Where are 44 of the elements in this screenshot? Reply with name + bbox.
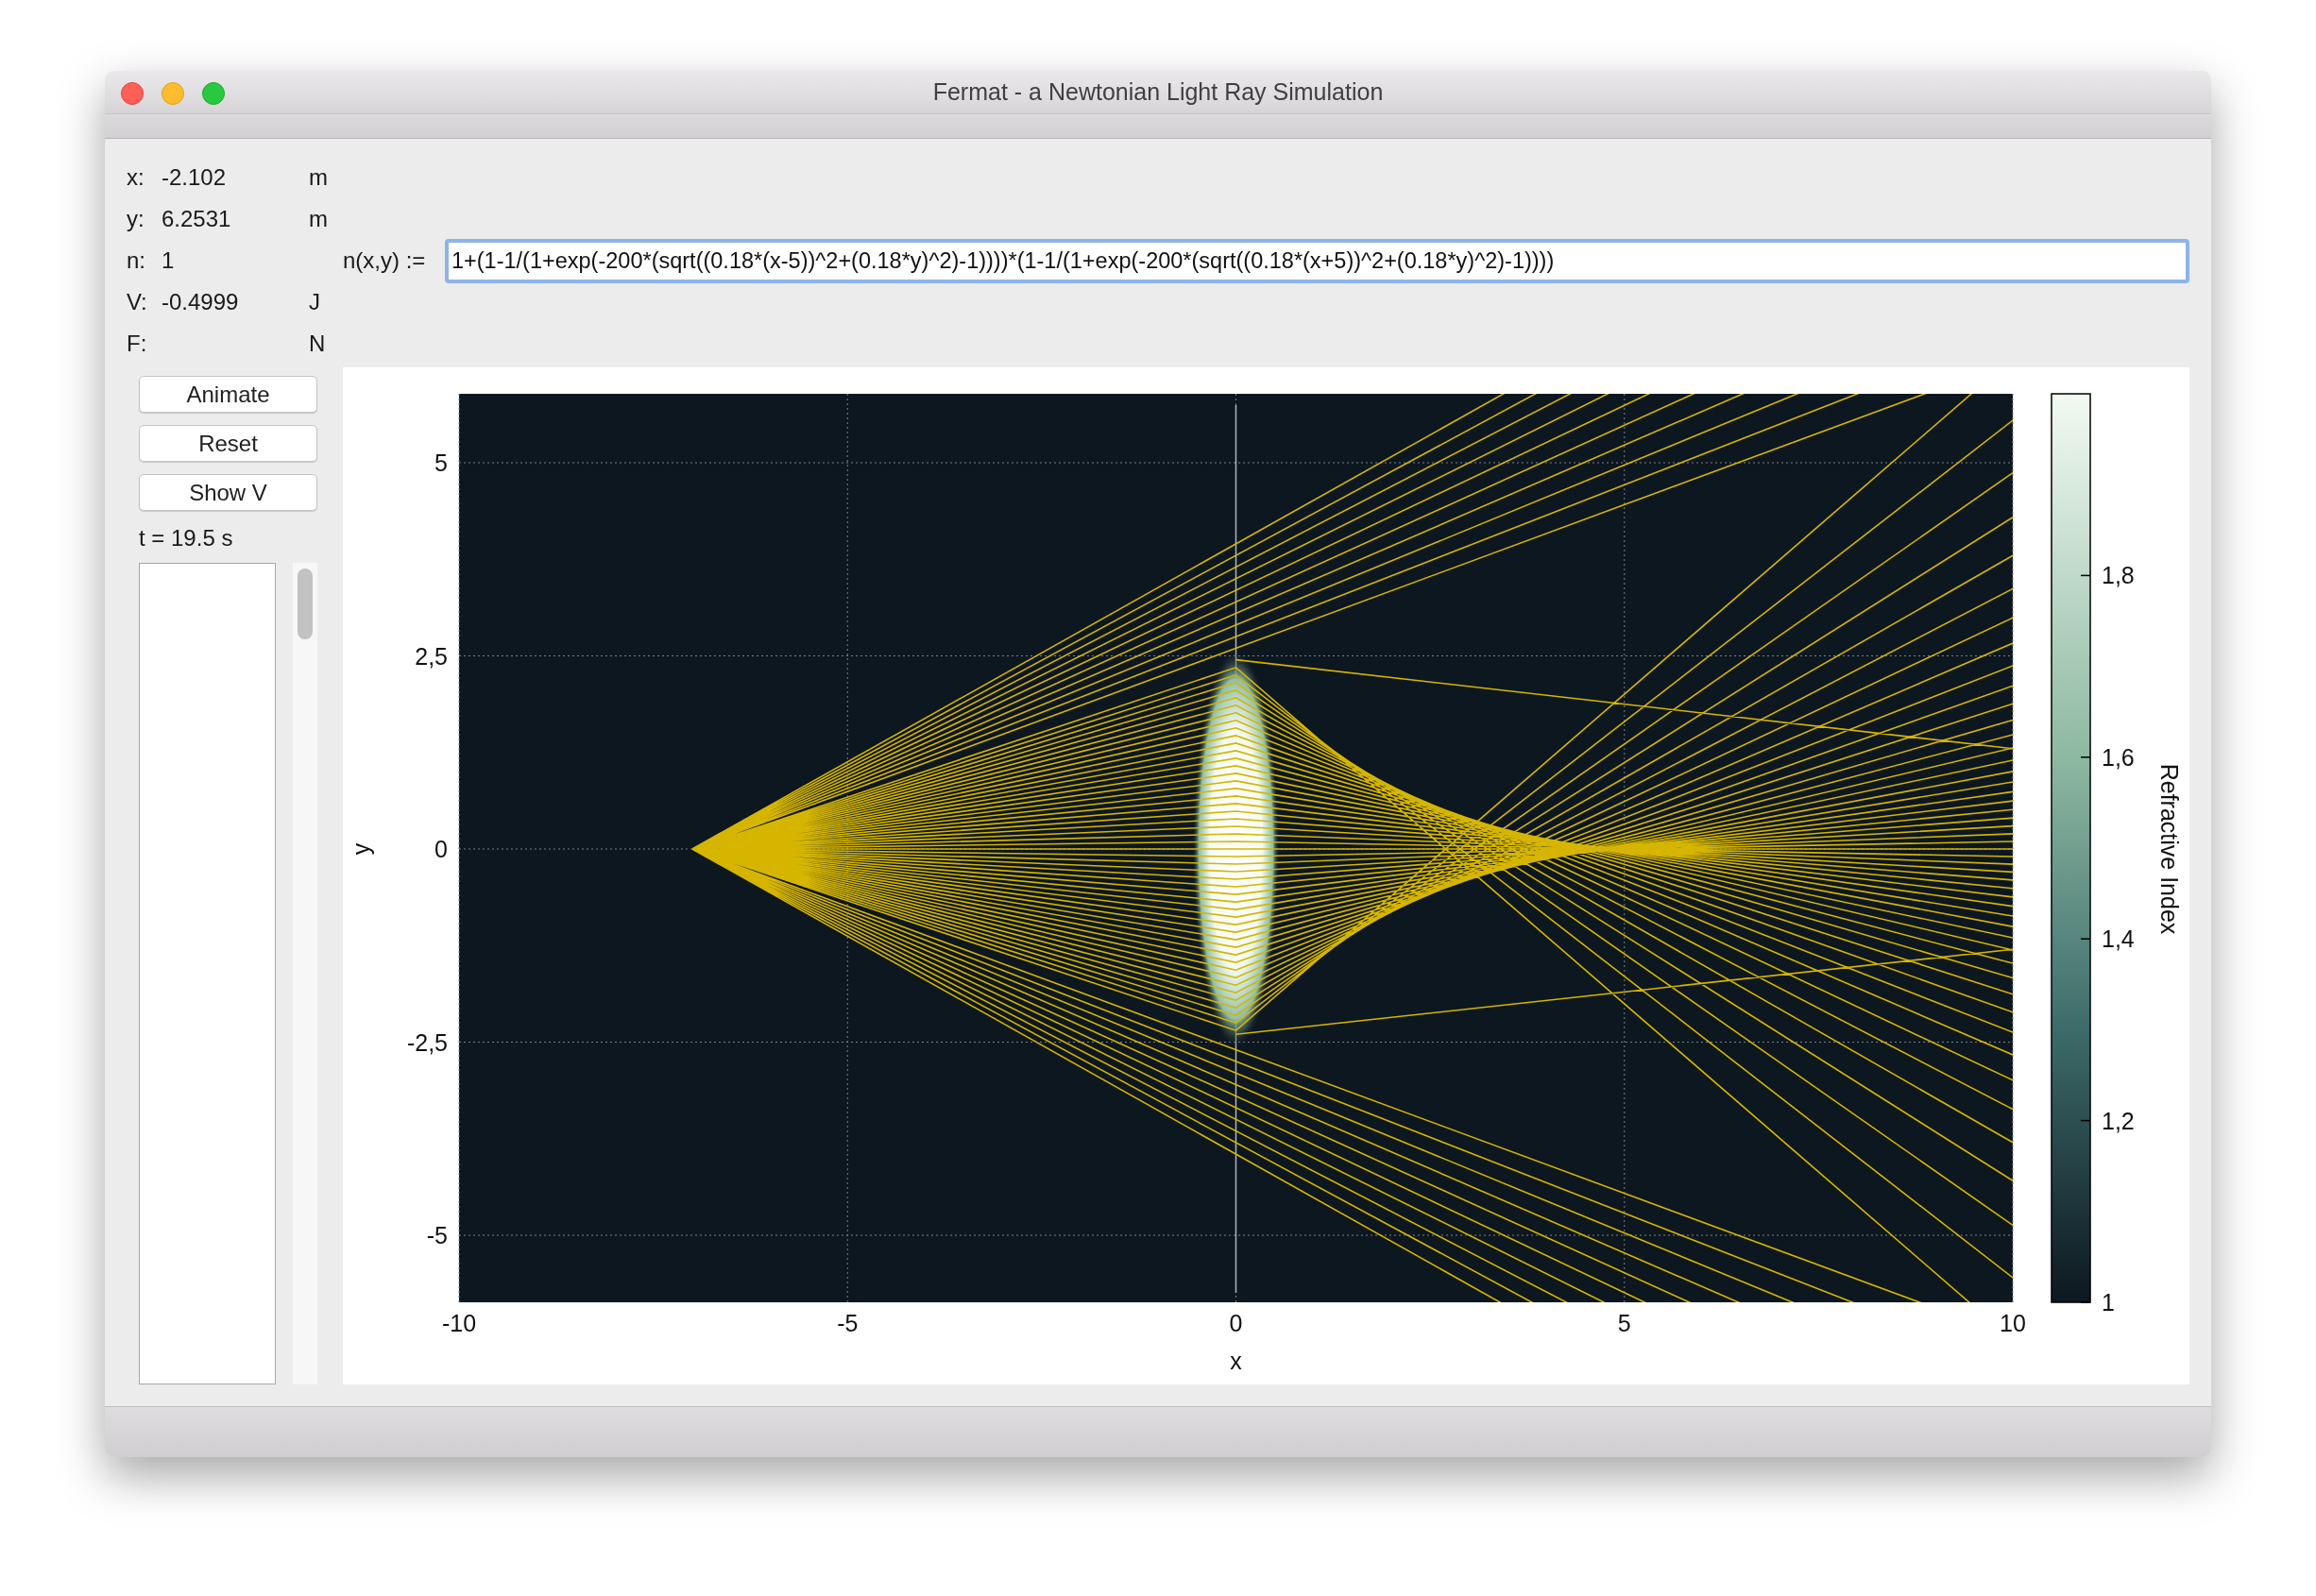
- zoom-button[interactable]: [202, 82, 225, 105]
- readout-unit: J: [309, 289, 320, 314]
- readout-label: V:: [127, 289, 148, 315]
- y-tick-label: -2,5: [406, 1028, 448, 1056]
- readout-label: F:: [127, 331, 148, 357]
- list-box[interactable]: [139, 563, 276, 1384]
- action-button[interactable]: Animate: [139, 376, 317, 413]
- x-tick-label: -5: [837, 1310, 859, 1336]
- readout-unit: m: [309, 206, 328, 231]
- y-tick-label: 5: [434, 450, 448, 476]
- colorbar-tick-label: 1,6: [2102, 743, 2135, 771]
- y-axis-label: y: [348, 842, 374, 856]
- readout-unit: N: [309, 331, 326, 356]
- x-tick-label: -10: [441, 1310, 477, 1336]
- window-title: Fermat - a Newtonian Light Ray Simulation: [932, 78, 1384, 106]
- action-button[interactable]: Reset: [139, 425, 317, 462]
- scrollbar-thumb[interactable]: [298, 569, 313, 639]
- y-tick-label: 2,5: [415, 642, 448, 670]
- minimize-button[interactable]: [162, 82, 184, 105]
- x-tick-label: 5: [1617, 1310, 1631, 1336]
- readout-unit: m: [309, 164, 328, 190]
- x-tick-label: 10: [2000, 1310, 2026, 1336]
- colorbar-tick-label: 1: [2102, 1289, 2115, 1316]
- readout-label: x:: [127, 164, 145, 191]
- x-tick-label: 0: [1229, 1310, 1243, 1336]
- readout-value: 1: [162, 247, 175, 273]
- colorbar-tick-label: 1,8: [2102, 562, 2135, 589]
- time-readout: t = 19.5 s: [139, 525, 234, 552]
- formula-field[interactable]: 1+(1-1/(1+exp(-200*(sqrt((0.18*(x-5))^2+(0.18*y)^2)-1))))*(1-1/(1+exp(-200*(sqrt((0.18*(x+5))^2+(0.18*y)^2)-1)))): [445, 238, 2189, 283]
- readout-value: 6.2531: [162, 206, 231, 231]
- close-button[interactable]: [121, 82, 144, 105]
- scrollbar[interactable]: [293, 563, 317, 1384]
- y-tick-label: 0: [434, 836, 448, 862]
- readout-value: -2.102: [162, 164, 227, 190]
- colorbar-tick-label: 1,2: [2102, 1107, 2135, 1134]
- y-tick-label: -5: [426, 1222, 448, 1248]
- formula-label: n(x,y) :=: [343, 247, 427, 274]
- readout-value: -0.4999: [162, 289, 239, 314]
- x-axis-label: x: [1230, 1348, 1242, 1374]
- action-button[interactable]: Show V: [139, 474, 317, 511]
- readout-label: n:: [127, 247, 146, 274]
- readout-label: y:: [127, 206, 145, 232]
- colorbar-label: Refractive Index: [2156, 763, 2183, 935]
- colorbar-tick-label: 1,4: [2102, 925, 2135, 953]
